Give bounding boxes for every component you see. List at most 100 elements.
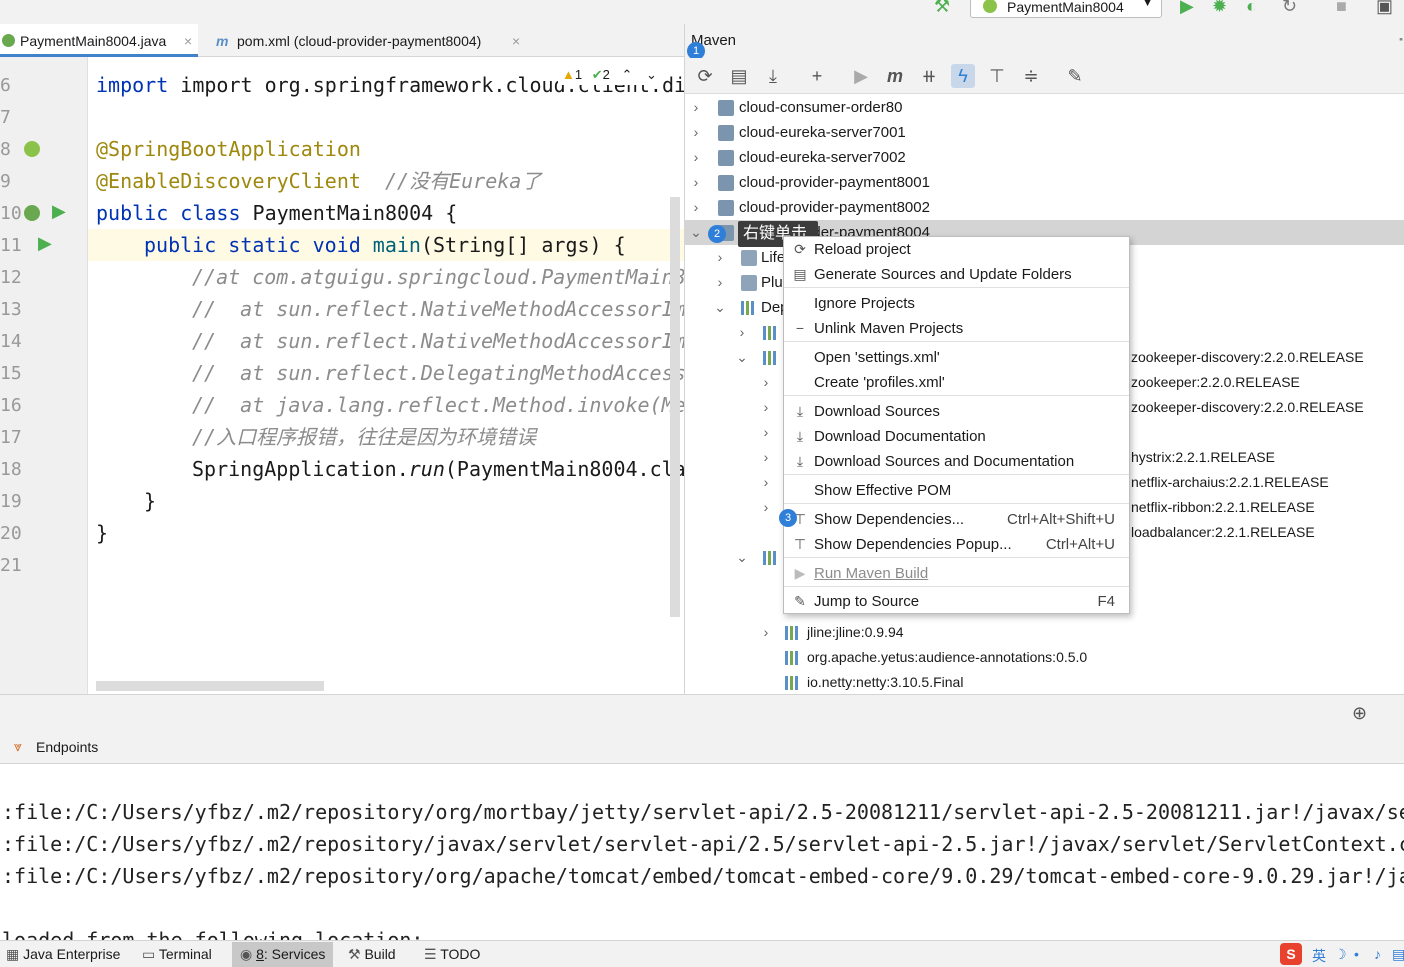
dependency-label[interactable]: zookeeper-discovery:2.2.0.RELEASE bbox=[1131, 395, 1401, 420]
chevron-right-icon[interactable]: › bbox=[759, 395, 773, 420]
chevron-right-icon[interactable]: › bbox=[735, 320, 749, 345]
menu-item-download-sources[interactable]: ⤓ Download Sources bbox=[784, 399, 1129, 424]
chevron-right-icon[interactable]: › bbox=[689, 120, 703, 145]
menu-item-download-docs[interactable]: ⤓ Download Documentation bbox=[784, 424, 1129, 449]
profile-icon[interactable]: ↻ bbox=[1282, 0, 1297, 17]
menu-item-reload[interactable]: ⟳ Reload project bbox=[784, 237, 1129, 262]
tree-item-dependency[interactable]: › jline:jline:0.9.94 bbox=[685, 620, 1404, 645]
tree-item-dependency[interactable]: › bbox=[685, 470, 783, 495]
vertical-scrollbar[interactable] bbox=[670, 197, 680, 617]
close-icon[interactable]: × bbox=[512, 33, 520, 49]
project-structure-icon[interactable]: ▣ bbox=[1376, 0, 1393, 17]
chevron-right-icon[interactable]: › bbox=[689, 170, 703, 195]
tree-item-project[interactable]: › cloud-eureka-server7002 bbox=[685, 145, 1404, 170]
chevron-right-icon[interactable]: › bbox=[689, 195, 703, 220]
chevron-right-icon[interactable]: › bbox=[713, 270, 727, 295]
chevron-down-icon[interactable]: ⌄ bbox=[735, 545, 749, 570]
tree-item-dependency[interactable]: › bbox=[685, 395, 783, 420]
tree-item-dependency[interactable]: › bbox=[685, 370, 783, 395]
tree-item-dependency[interactable]: › bbox=[685, 495, 783, 520]
tree-item-dependency[interactable]: › bbox=[685, 445, 783, 470]
chevron-up-icon[interactable]: ⌃ bbox=[622, 67, 633, 82]
chevron-right-icon[interactable]: › bbox=[759, 470, 773, 495]
ime-moon-icon[interactable]: ☽ bbox=[1334, 946, 1347, 963]
tree-item-dependency[interactable]: › bbox=[685, 320, 783, 345]
chevron-right-icon[interactable]: › bbox=[689, 95, 703, 120]
menu-item-create-profiles[interactable]: Create 'profiles.xml' bbox=[784, 370, 1129, 395]
tree-item-dependencies[interactable]: ⌄ Dependencies bbox=[685, 295, 785, 320]
chevron-down-icon[interactable]: ⌄ bbox=[713, 295, 727, 320]
menu-item-show-dependencies[interactable]: ⊤ Show Dependencies... Ctrl+Alt+Shift+U bbox=[784, 507, 1129, 532]
tab-services[interactable]: ◉ 8: Services bbox=[232, 942, 334, 967]
tab-endpoints[interactable]: Endpoints bbox=[36, 739, 98, 755]
run-icon[interactable]: ▶ bbox=[849, 64, 873, 88]
tree-item-dependency[interactable]: ⌄ bbox=[685, 545, 783, 570]
menu-item-jump-to-source[interactable]: ✎ Jump to Source F4 bbox=[784, 589, 1129, 614]
stop-icon[interactable]: ■ bbox=[1336, 0, 1347, 17]
run-configuration-select[interactable]: PaymentMain8004 ▼ bbox=[970, 0, 1162, 18]
spring-bean-icon[interactable] bbox=[24, 205, 40, 221]
tab-java-enterprise[interactable]: ▦ Java Enterprise bbox=[6, 946, 120, 963]
tab-todo[interactable]: ☰ TODO bbox=[424, 946, 480, 963]
ime-punct-icon[interactable]: • bbox=[1354, 946, 1359, 962]
code-editor[interactable]: import import org.springframework.cloud.… bbox=[88, 57, 684, 694]
chevron-right-icon[interactable]: › bbox=[759, 420, 773, 445]
dependency-label[interactable]: zookeeper-discovery:2.2.0.RELEASE bbox=[1131, 345, 1401, 370]
ime-menu-icon[interactable]: ▤ bbox=[1392, 946, 1404, 963]
tab-pom-xml[interactable]: m pom.xml (cloud-provider-payment8004) × bbox=[210, 24, 530, 57]
ime-language[interactable]: 英 bbox=[1312, 946, 1326, 966]
spring-bean-icon[interactable] bbox=[24, 141, 40, 157]
chevron-right-icon[interactable]: › bbox=[759, 620, 773, 645]
close-icon[interactable]: × bbox=[184, 33, 192, 49]
chevron-right-icon[interactable]: › bbox=[759, 495, 773, 520]
dependency-label[interactable]: netflix-ribbon:2.2.1.RELEASE bbox=[1131, 495, 1401, 520]
run-icon[interactable]: ▶ bbox=[1180, 0, 1194, 17]
menu-item-download-both[interactable]: ⤓ Download Sources and Documentation bbox=[784, 449, 1129, 474]
show-dependencies-icon[interactable]: ⊤ bbox=[985, 64, 1009, 88]
tree-item-dependency[interactable]: › bbox=[685, 420, 783, 445]
chevron-right-icon[interactable]: › bbox=[689, 145, 703, 170]
dependency-label[interactable]: hystrix:2.2.1.RELEASE bbox=[1131, 445, 1401, 470]
dependency-label[interactable]: netflix-archaius:2.2.1.RELEASE bbox=[1131, 470, 1401, 495]
tree-item-lifecycle[interactable]: › Lifecycle bbox=[685, 245, 785, 270]
chevron-right-icon[interactable]: › bbox=[759, 370, 773, 395]
tab-build[interactable]: ⚒ Build bbox=[348, 946, 396, 963]
tree-item-plugins[interactable]: › Plugins bbox=[685, 270, 785, 295]
menu-item-run-build[interactable]: ▶ Run Maven Build bbox=[784, 561, 1129, 586]
menu-item-unlink[interactable]: − Unlink Maven Projects bbox=[784, 316, 1129, 341]
tree-item-project[interactable]: › cloud-provider-payment8002 bbox=[685, 195, 1404, 220]
chevron-down-icon[interactable]: ⌄ bbox=[735, 345, 749, 370]
run-main-icon[interactable]: ▶ bbox=[38, 233, 52, 254]
coverage-icon[interactable]: ◐ bbox=[1246, 0, 1257, 17]
menu-item-ignore[interactable]: Ignore Projects bbox=[784, 291, 1129, 316]
reload-icon[interactable]: ⟳ bbox=[693, 64, 717, 88]
skip-tests-icon[interactable]: ϟ bbox=[951, 64, 975, 88]
dependency-label[interactable]: zookeeper:2.2.0.RELEASE bbox=[1131, 370, 1401, 395]
tree-item-dependency[interactable]: ⌄ bbox=[685, 345, 783, 370]
menu-item-show-dependencies-popup[interactable]: ⊤ Show Dependencies Popup... Ctrl+Alt+U bbox=[784, 532, 1129, 557]
menu-item-open-settings[interactable]: Open 'settings.xml' bbox=[784, 345, 1129, 370]
chevron-down-icon[interactable]: ⌄ bbox=[646, 67, 657, 82]
chevron-right-icon[interactable]: › bbox=[713, 245, 727, 270]
chevron-down-icon[interactable]: ⌄ bbox=[689, 220, 703, 245]
dependency-label[interactable]: loadbalancer:2.2.1.RELEASE bbox=[1131, 520, 1401, 545]
menu-item-effective-pom[interactable]: Show Effective POM bbox=[784, 478, 1129, 503]
tree-item-project[interactable]: › cloud-eureka-server7001 bbox=[685, 120, 1404, 145]
horizontal-scrollbar[interactable] bbox=[96, 681, 324, 691]
tree-item-dependency[interactable]: org.apache.yetus:audience-annotations:0.… bbox=[685, 645, 1404, 670]
menu-item-generate-sources[interactable]: ▤ Generate Sources and Update Folders bbox=[784, 262, 1129, 287]
tab-payment-main[interactable]: PaymentMain8004.java × bbox=[0, 24, 198, 57]
inspection-widget[interactable]: ▲1 ✔2 ⌃ ⌄ bbox=[558, 65, 661, 85]
build-hammer-icon[interactable]: ⚒ bbox=[934, 0, 950, 17]
run-class-icon[interactable]: ▶ bbox=[52, 201, 66, 222]
tree-item-project[interactable]: › cloud-consumer-order80 bbox=[685, 95, 1404, 120]
ime-mic-icon[interactable]: ♪ bbox=[1374, 946, 1381, 962]
execute-goal-icon[interactable]: m bbox=[883, 64, 907, 88]
chevron-right-icon[interactable]: › bbox=[759, 445, 773, 470]
crosshair-icon[interactable]: ⊕ bbox=[1352, 703, 1367, 724]
download-icon[interactable]: ⤓ bbox=[761, 64, 785, 88]
tree-item-dependency[interactable]: io.netty:netty:3.10.5.Final bbox=[685, 670, 1404, 695]
ime-logo-icon[interactable]: S bbox=[1280, 943, 1302, 965]
debug-icon[interactable]: ✹ bbox=[1212, 0, 1227, 17]
tab-terminal[interactable]: ▭ Terminal bbox=[142, 946, 212, 963]
